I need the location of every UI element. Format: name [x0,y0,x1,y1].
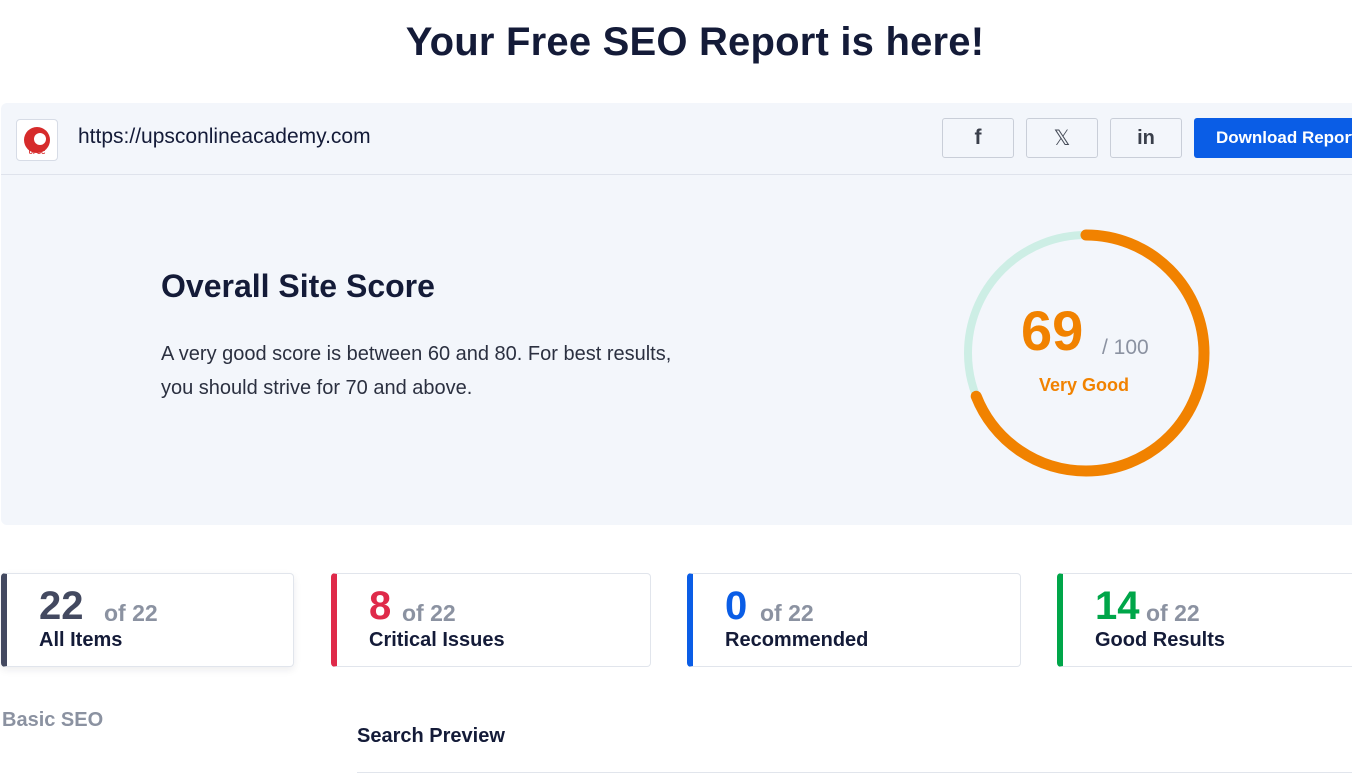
score-rating-label: Very Good [1039,375,1130,395]
score-description: A very good score is between 60 and 80. … [161,343,672,399]
stat-label: Critical Issues [369,629,505,651]
report-card: UPSC https://upsconlineacademy.com f 𝕏 i… [1,103,1352,525]
score-gauge [962,229,1210,477]
stat-count: 0 [725,584,748,628]
stat-total: of 22 [760,600,814,626]
x-icon: 𝕏 [1053,126,1071,150]
section-title-search-preview: Search Preview [357,725,505,747]
score-value: 69 [1021,299,1084,362]
stat-label: All Items [39,629,123,651]
x-share-button[interactable]: 𝕏 [1026,118,1098,158]
score-max: / 100 [1102,336,1149,359]
stat-card-recommended[interactable]: 0 of 22 Recommended [687,573,1021,667]
stat-total: of 22 [402,600,456,626]
stat-total: of 22 [1146,600,1200,626]
site-url: https://upsconlineacademy.com [78,125,371,148]
stat-card-good-results[interactable]: 14 of 22 Good Results [1057,573,1352,667]
stat-count: 8 [369,584,392,628]
stat-label: Recommended [725,629,869,651]
page-title: Your Free SEO Report is here! [405,20,985,64]
stat-count: 22 [39,584,84,628]
site-favicon: UPSC [16,119,58,161]
divider [357,772,1352,773]
score-heading: Overall Site Score [161,268,435,304]
url-bar: UPSC https://upsconlineacademy.com f 𝕏 i… [1,103,1352,175]
stat-card-all-items[interactable]: 22 of 22 All Items [1,573,294,667]
stat-label: Good Results [1095,629,1226,651]
stat-total: of 22 [104,600,158,626]
stat-card-critical-issues[interactable]: 8 of 22 Critical Issues [331,573,651,667]
facebook-share-button[interactable]: f [942,118,1014,158]
linkedin-share-button[interactable]: in [1110,118,1182,158]
download-report-button[interactable]: Download Report [1194,118,1352,158]
linkedin-icon: in [1137,126,1155,149]
facebook-icon: f [974,126,982,149]
sidebar-section-basic-seo[interactable]: Basic SEO [2,709,103,732]
favicon-text: UPSC [28,150,46,156]
stat-count: 14 [1095,584,1140,628]
